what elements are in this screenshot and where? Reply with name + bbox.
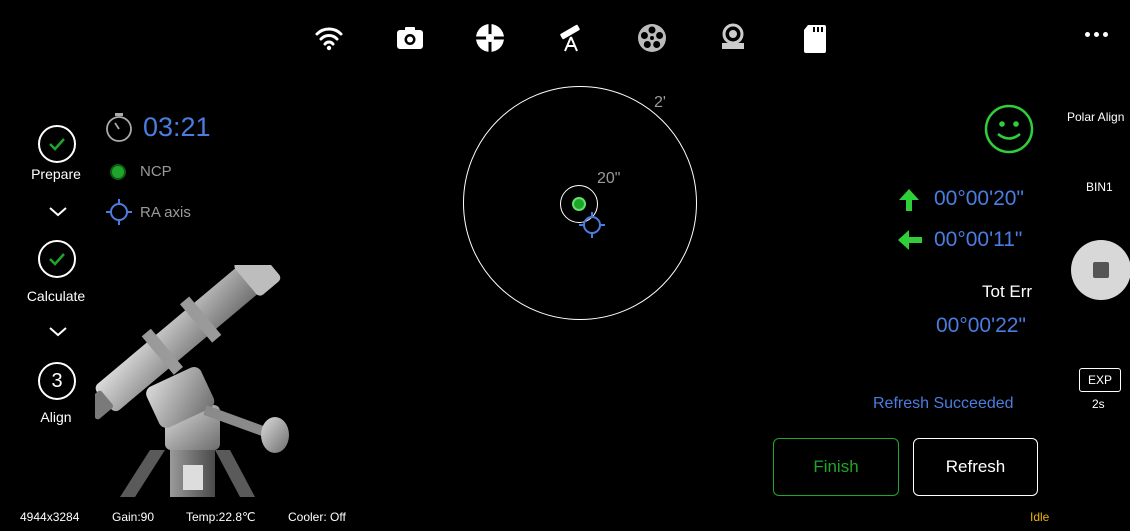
exposure-button[interactable]: EXP xyxy=(1079,368,1121,392)
step-align-label[interactable]: Align xyxy=(11,409,101,425)
stop-button[interactable] xyxy=(1071,240,1130,300)
stopwatch-icon xyxy=(106,113,132,142)
ra-axis-crosshair-icon xyxy=(106,199,132,225)
total-error-label: Tot Err xyxy=(982,282,1033,301)
prepare-check-icon xyxy=(38,125,76,163)
chevron-down-icon xyxy=(49,207,67,217)
altitude-error: 00°00'20" xyxy=(934,187,1024,210)
filter-wheel-icon[interactable] xyxy=(634,20,670,56)
stop-icon xyxy=(1093,262,1109,278)
chevron-down-icon xyxy=(49,327,67,337)
inner-circle-label: 20" xyxy=(597,170,621,187)
bin-setting[interactable]: BIN1 xyxy=(1086,180,1113,194)
more-icon[interactable] xyxy=(1085,24,1121,44)
finish-button[interactable]: Finish xyxy=(773,438,899,496)
refresh-button[interactable]: Refresh xyxy=(913,438,1038,496)
exposure-value: 2s xyxy=(1092,397,1105,411)
ncp-indicator xyxy=(112,166,124,178)
gain-status: Gain:90 xyxy=(112,510,155,524)
telescope-icon[interactable] xyxy=(553,20,589,56)
azimuth-error: 00°00'11" xyxy=(934,228,1023,251)
telescope-mount-image xyxy=(95,265,289,497)
outer-circle-label: 2' xyxy=(654,94,666,111)
cooler-status: Cooler: Off xyxy=(288,510,346,524)
temperature-status: Temp:22.8℃ xyxy=(186,510,256,524)
step-prepare-label[interactable]: Prepare xyxy=(11,166,101,182)
ra-axis-label: RA axis xyxy=(140,204,191,221)
pole-target-dot xyxy=(572,197,586,211)
refresh-status: Refresh Succeeded xyxy=(873,395,1014,412)
crosshair-icon[interactable] xyxy=(472,20,508,56)
device-state: Idle xyxy=(1030,510,1050,524)
arrow-up-icon xyxy=(899,189,919,211)
focuser-icon[interactable] xyxy=(715,20,751,56)
step-calculate-label[interactable]: Calculate xyxy=(11,288,101,304)
smiley-icon xyxy=(984,104,1034,154)
arrow-left-icon xyxy=(898,230,922,250)
wifi-icon[interactable] xyxy=(311,20,347,56)
ra-axis-marker-icon xyxy=(579,212,605,238)
calculate-check-icon xyxy=(38,240,76,278)
camera-icon[interactable] xyxy=(392,20,428,56)
timer: 03:21 xyxy=(143,112,211,142)
total-error-value: 00°00'22" xyxy=(936,314,1026,337)
ncp-label: NCP xyxy=(140,163,172,180)
sd-card-icon[interactable] xyxy=(797,20,833,56)
step-align-number: 3 xyxy=(38,362,76,400)
mode-label[interactable]: Polar Align xyxy=(1067,110,1130,124)
resolution-status: 4944x3284 xyxy=(20,510,80,524)
